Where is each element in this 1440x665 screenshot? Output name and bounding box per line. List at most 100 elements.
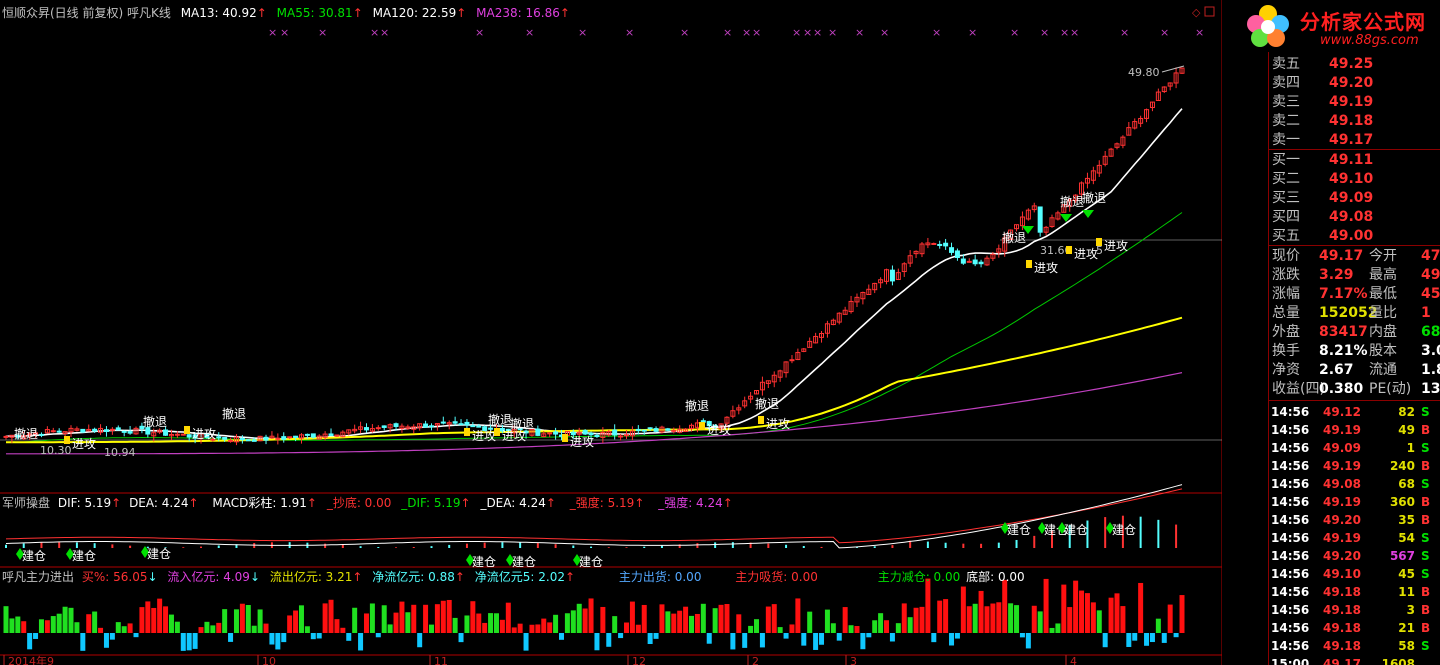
flow-in-bar (1179, 595, 1185, 633)
top-signal-mark: × (680, 26, 689, 39)
candle-body (103, 429, 109, 433)
flow-in-bar (913, 607, 919, 633)
flow-reduce-bar (233, 609, 239, 633)
flow-reduce-bar (824, 609, 830, 633)
stat-label-2: 最高 (1369, 267, 1397, 283)
maximize-icon (1204, 6, 1215, 17)
flow-out-bar (133, 633, 139, 638)
flow-in-bar (1120, 606, 1126, 633)
top-signal-mark: × (828, 26, 837, 39)
attack-signal: 进攻 (1034, 261, 1058, 275)
flow-in-bar (884, 620, 890, 633)
tick-side: S (1421, 405, 1430, 419)
flow-out-bar (759, 633, 765, 648)
build-signal: 建仓 (1112, 523, 1136, 537)
flow-net: 净流亿元: 0.88 (372, 570, 455, 584)
flow-in-bar (239, 603, 245, 633)
flow-out-bar (80, 633, 86, 651)
flow-in-bar (943, 599, 949, 633)
flow-out-bar (954, 633, 960, 639)
flow-reduce-bar (9, 618, 15, 633)
flow-reduce-bar (168, 614, 174, 633)
buy-level-label: 买四 (1272, 209, 1300, 225)
flow-reduce-bar (700, 603, 706, 633)
attack-signal: 进攻 (1074, 247, 1098, 261)
flow-reduce-bar (712, 608, 718, 633)
candle-body (92, 428, 98, 432)
sell-level-price: 49.20 (1329, 75, 1374, 91)
flow-out-bar (813, 633, 819, 650)
stock-title: 恒顺众昇(日线 前复权) 呼凡K线 (2, 6, 171, 20)
flow-out-bar (783, 633, 789, 639)
buy-level-row: 买三 49.09 (1269, 189, 1440, 208)
tick-side: B (1421, 585, 1431, 599)
flow-in-bar (1167, 604, 1173, 633)
flow-reduce: 主力减仓: 0.00 (877, 570, 961, 584)
tick-time: 14:56 (1271, 585, 1310, 599)
candle-body (310, 433, 316, 438)
logo-title: 分析家公式网 (1300, 10, 1426, 34)
tick-time: 14:56 (1271, 495, 1310, 509)
flow-out-bar (358, 633, 364, 651)
sell-level-label: 卖一 (1272, 132, 1300, 148)
tick-row: 14:56 49.19 240 B (1269, 457, 1440, 475)
ma55-line (5, 212, 1183, 443)
flow-reduce-bar (1008, 603, 1014, 633)
flow-in-bar (789, 624, 795, 633)
flow-out-bar (742, 633, 748, 648)
stat-label-2: 流通 (1369, 362, 1397, 378)
attack-marker (562, 434, 568, 442)
flow-in-bar (446, 599, 452, 633)
flow-reduce-bar (488, 613, 494, 633)
flow-out-bar (1144, 633, 1150, 646)
macd-strength1: _强度: 5.19 (569, 496, 635, 510)
time-axis-label: 3 (850, 655, 857, 665)
tick-price: 49.12 (1323, 405, 1361, 419)
candle-body (251, 439, 257, 442)
flow-in-bar (287, 615, 293, 633)
flow-reduce-bar (452, 617, 458, 633)
candle-body (1037, 206, 1043, 233)
tick-volume: 1608 (1381, 657, 1415, 665)
flow-in-bar (541, 618, 547, 633)
flow-suck: 主力吸货: 0.00 (735, 570, 818, 584)
retreat-signal: 撤退 (1082, 190, 1106, 205)
build-signal: 建仓 (72, 549, 96, 563)
top-signal-mark: × (1160, 26, 1169, 39)
flow-in-bar (624, 622, 630, 633)
kline-chart[interactable]: 50.0045.0040.0035.0030.0025.0020.0015.00… (0, 0, 1222, 665)
tick-row: 14:56 49.18 58 S (1269, 637, 1440, 655)
flow-reduce-bar (222, 609, 228, 633)
time-axis-label: 10 (262, 655, 276, 665)
flow-reduce-bar (405, 612, 411, 633)
sell-level-row: 卖二 49.18 (1269, 112, 1440, 131)
flow-in-bar (535, 624, 541, 633)
flow-indicator-name: 呼凡主力进出 (2, 570, 75, 584)
flow-in-bar (996, 602, 1002, 633)
flow-in-bar (476, 613, 482, 633)
tick-row: 14:56 49.19 54 S (1269, 529, 1440, 547)
time-axis-label: 12 (632, 655, 646, 665)
quote-panel: 卖五 49.25 卖四 49.20 卖三 49.19 卖二 49.18 卖一 49.17 买一 49.… (1268, 52, 1440, 665)
tick-price: 49.19 (1323, 495, 1361, 509)
tick-price: 49.19 (1323, 423, 1361, 437)
flow-in-bar (978, 590, 984, 633)
candle-body (647, 427, 653, 430)
attack-marker (699, 422, 705, 430)
candle-body (700, 420, 706, 423)
flow-in-bar (440, 600, 446, 633)
flow-in-bar (547, 622, 553, 633)
site-logo: 分析家公式网 www.88gs.com (1240, 0, 1440, 52)
top-signal-mark: × (268, 26, 277, 39)
flow-reduce-bar (210, 625, 216, 633)
tick-price: 49.08 (1323, 477, 1361, 491)
ma55-value: MA55: 30.81 (276, 6, 353, 20)
logo-url[interactable]: www.88gs.com (1320, 33, 1419, 48)
stat-value: 49.17 (1319, 248, 1364, 264)
sell-level-label: 卖五 (1272, 56, 1300, 72)
stat-label: 外盘 (1272, 324, 1300, 340)
stat-row: 总量 152052 量比 1 (1269, 304, 1440, 323)
build-signal: 建仓 (1064, 523, 1088, 537)
tick-price: 49.18 (1323, 585, 1361, 599)
candle-body (423, 423, 429, 428)
